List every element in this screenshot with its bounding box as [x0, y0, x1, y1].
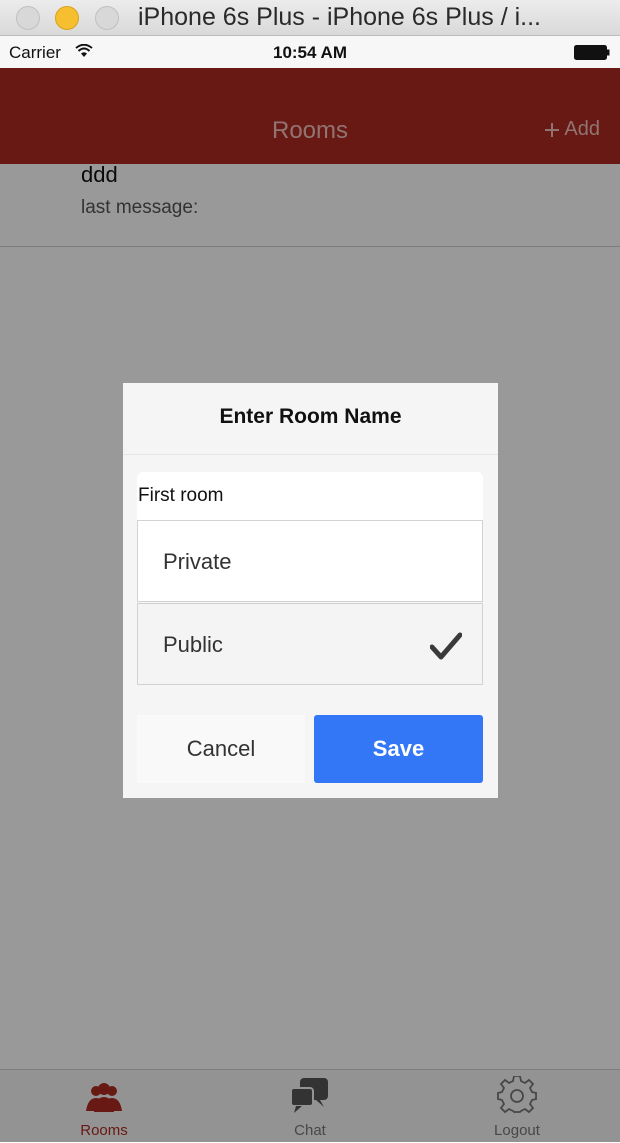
dialog-divider — [123, 454, 498, 455]
battery-icon — [574, 45, 610, 60]
room-name-input[interactable] — [137, 472, 483, 520]
simulator-title-bar: iPhone 6s Plus - iPhone 6s Plus / i... — [0, 0, 620, 36]
window-minimize-button[interactable] — [55, 6, 79, 30]
option-public[interactable]: Public — [137, 603, 483, 685]
dialog-title: Enter Room Name — [219, 405, 402, 428]
option-private[interactable]: Private — [137, 520, 483, 602]
window-title: iPhone 6s Plus - iPhone 6s Plus / i... — [138, 3, 541, 31]
status-bar: Carrier 10:54 AM — [0, 36, 620, 68]
cancel-button[interactable]: Cancel — [137, 715, 305, 783]
checkmark-icon — [430, 632, 462, 660]
option-private-label: Private — [163, 549, 232, 574]
room-name-dialog: Enter Room Name Private Public Cancel Sa… — [123, 383, 498, 798]
status-time: 10:54 AM — [272, 43, 347, 62]
save-button[interactable]: Save — [314, 715, 483, 783]
window-zoom-button[interactable] — [95, 6, 119, 30]
option-public-label: Public — [163, 632, 223, 657]
window-close-button[interactable] — [16, 6, 40, 30]
